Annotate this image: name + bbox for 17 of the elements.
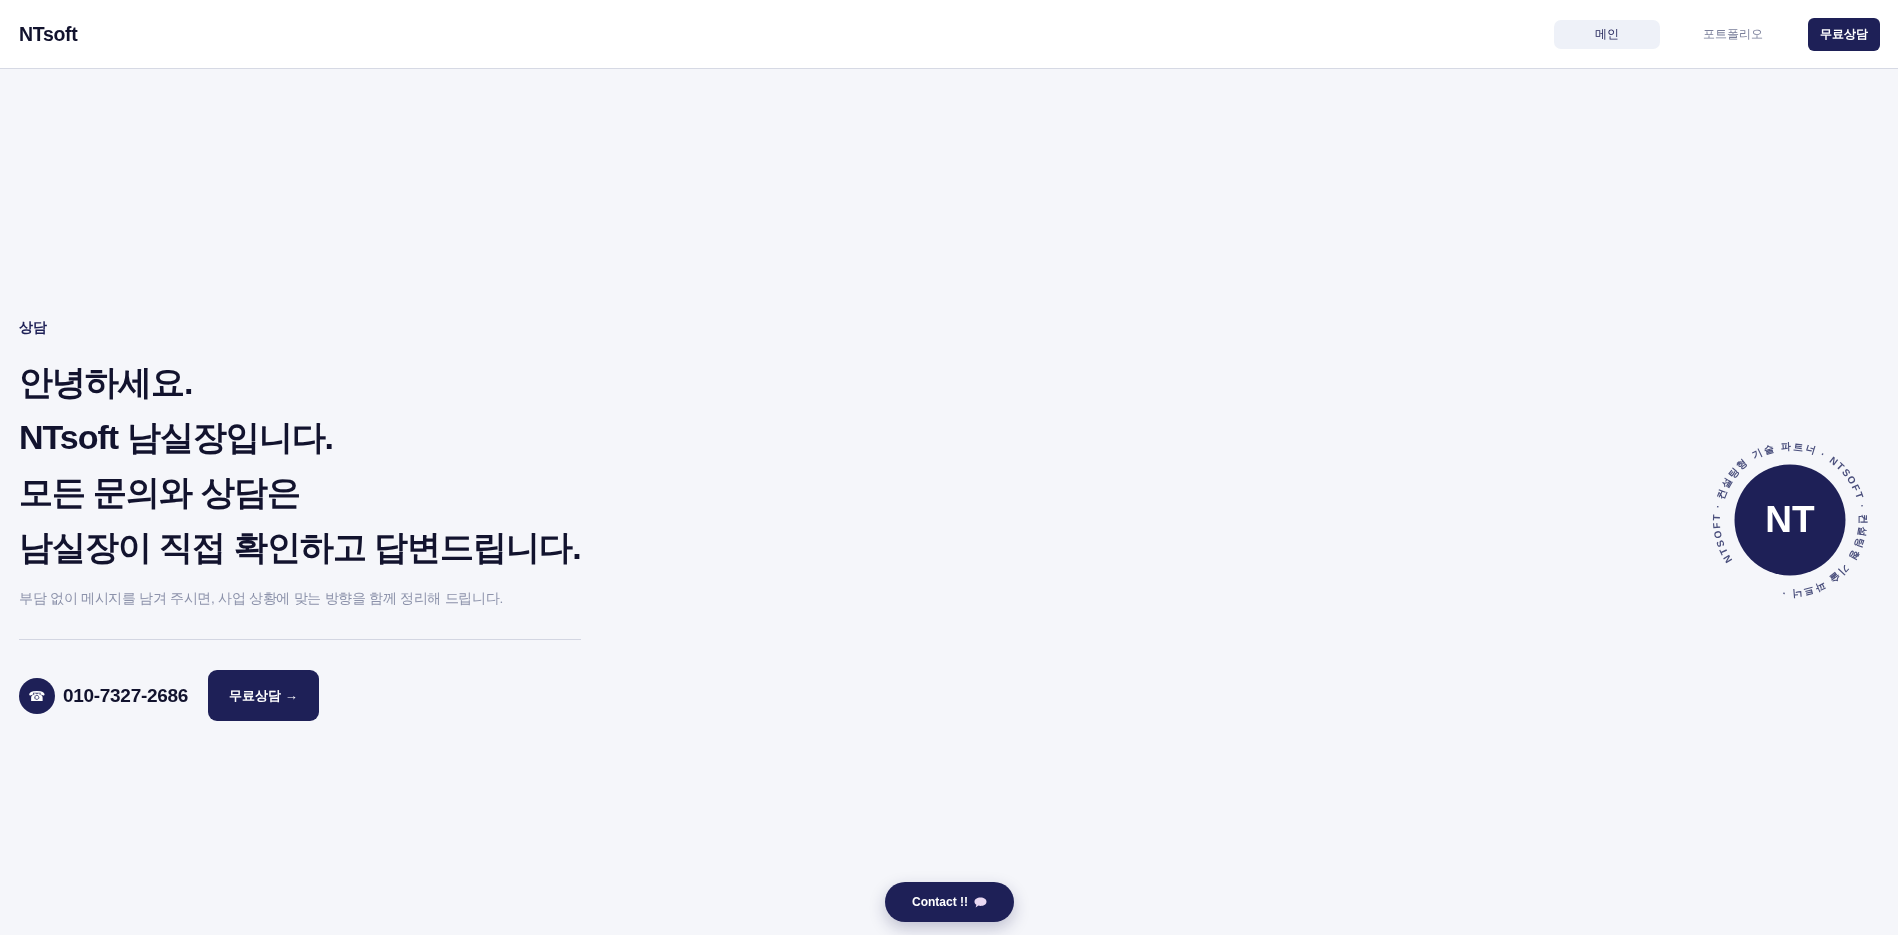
free-consult-button[interactable]: 무료상담 → — [208, 670, 319, 721]
speech-bubble-icon — [974, 896, 987, 908]
nav-tab[interactable]: 포트폴리오 — [1680, 19, 1786, 49]
hero-subtitle: 부담 없이 메시지를 남겨 주시면, 사업 상황에 맞는 방향을 함께 정리해 드립니다. — [19, 590, 504, 608]
ring-text: 파트너 · — [1781, 440, 1829, 461]
contact-button[interactable]: Contact !! — [885, 882, 1014, 922]
ring-text: 기술 — [1750, 442, 1777, 461]
phone-icon: ☎ — [19, 677, 55, 714]
consult-button[interactable]: 무료상담 — [1808, 17, 1880, 51]
ring-text: 파트너 · — [1779, 580, 1828, 600]
badge-monogram: NT — [1765, 499, 1815, 540]
phone-number: 010-7327-2686 — [63, 684, 188, 707]
ring-text: 기술 — [1826, 562, 1852, 587]
hero-heading: 안녕하세요. NTsoft 남실장입니다. 모든 문의와 상담은 남실장이 직접 확인하고 답변드립니다. — [19, 362, 581, 568]
logo-text[interactable]: NTsoft — [19, 22, 78, 46]
nav-tab[interactable]: 메인 — [1554, 19, 1660, 49]
section-label: 상담 — [19, 319, 48, 337]
